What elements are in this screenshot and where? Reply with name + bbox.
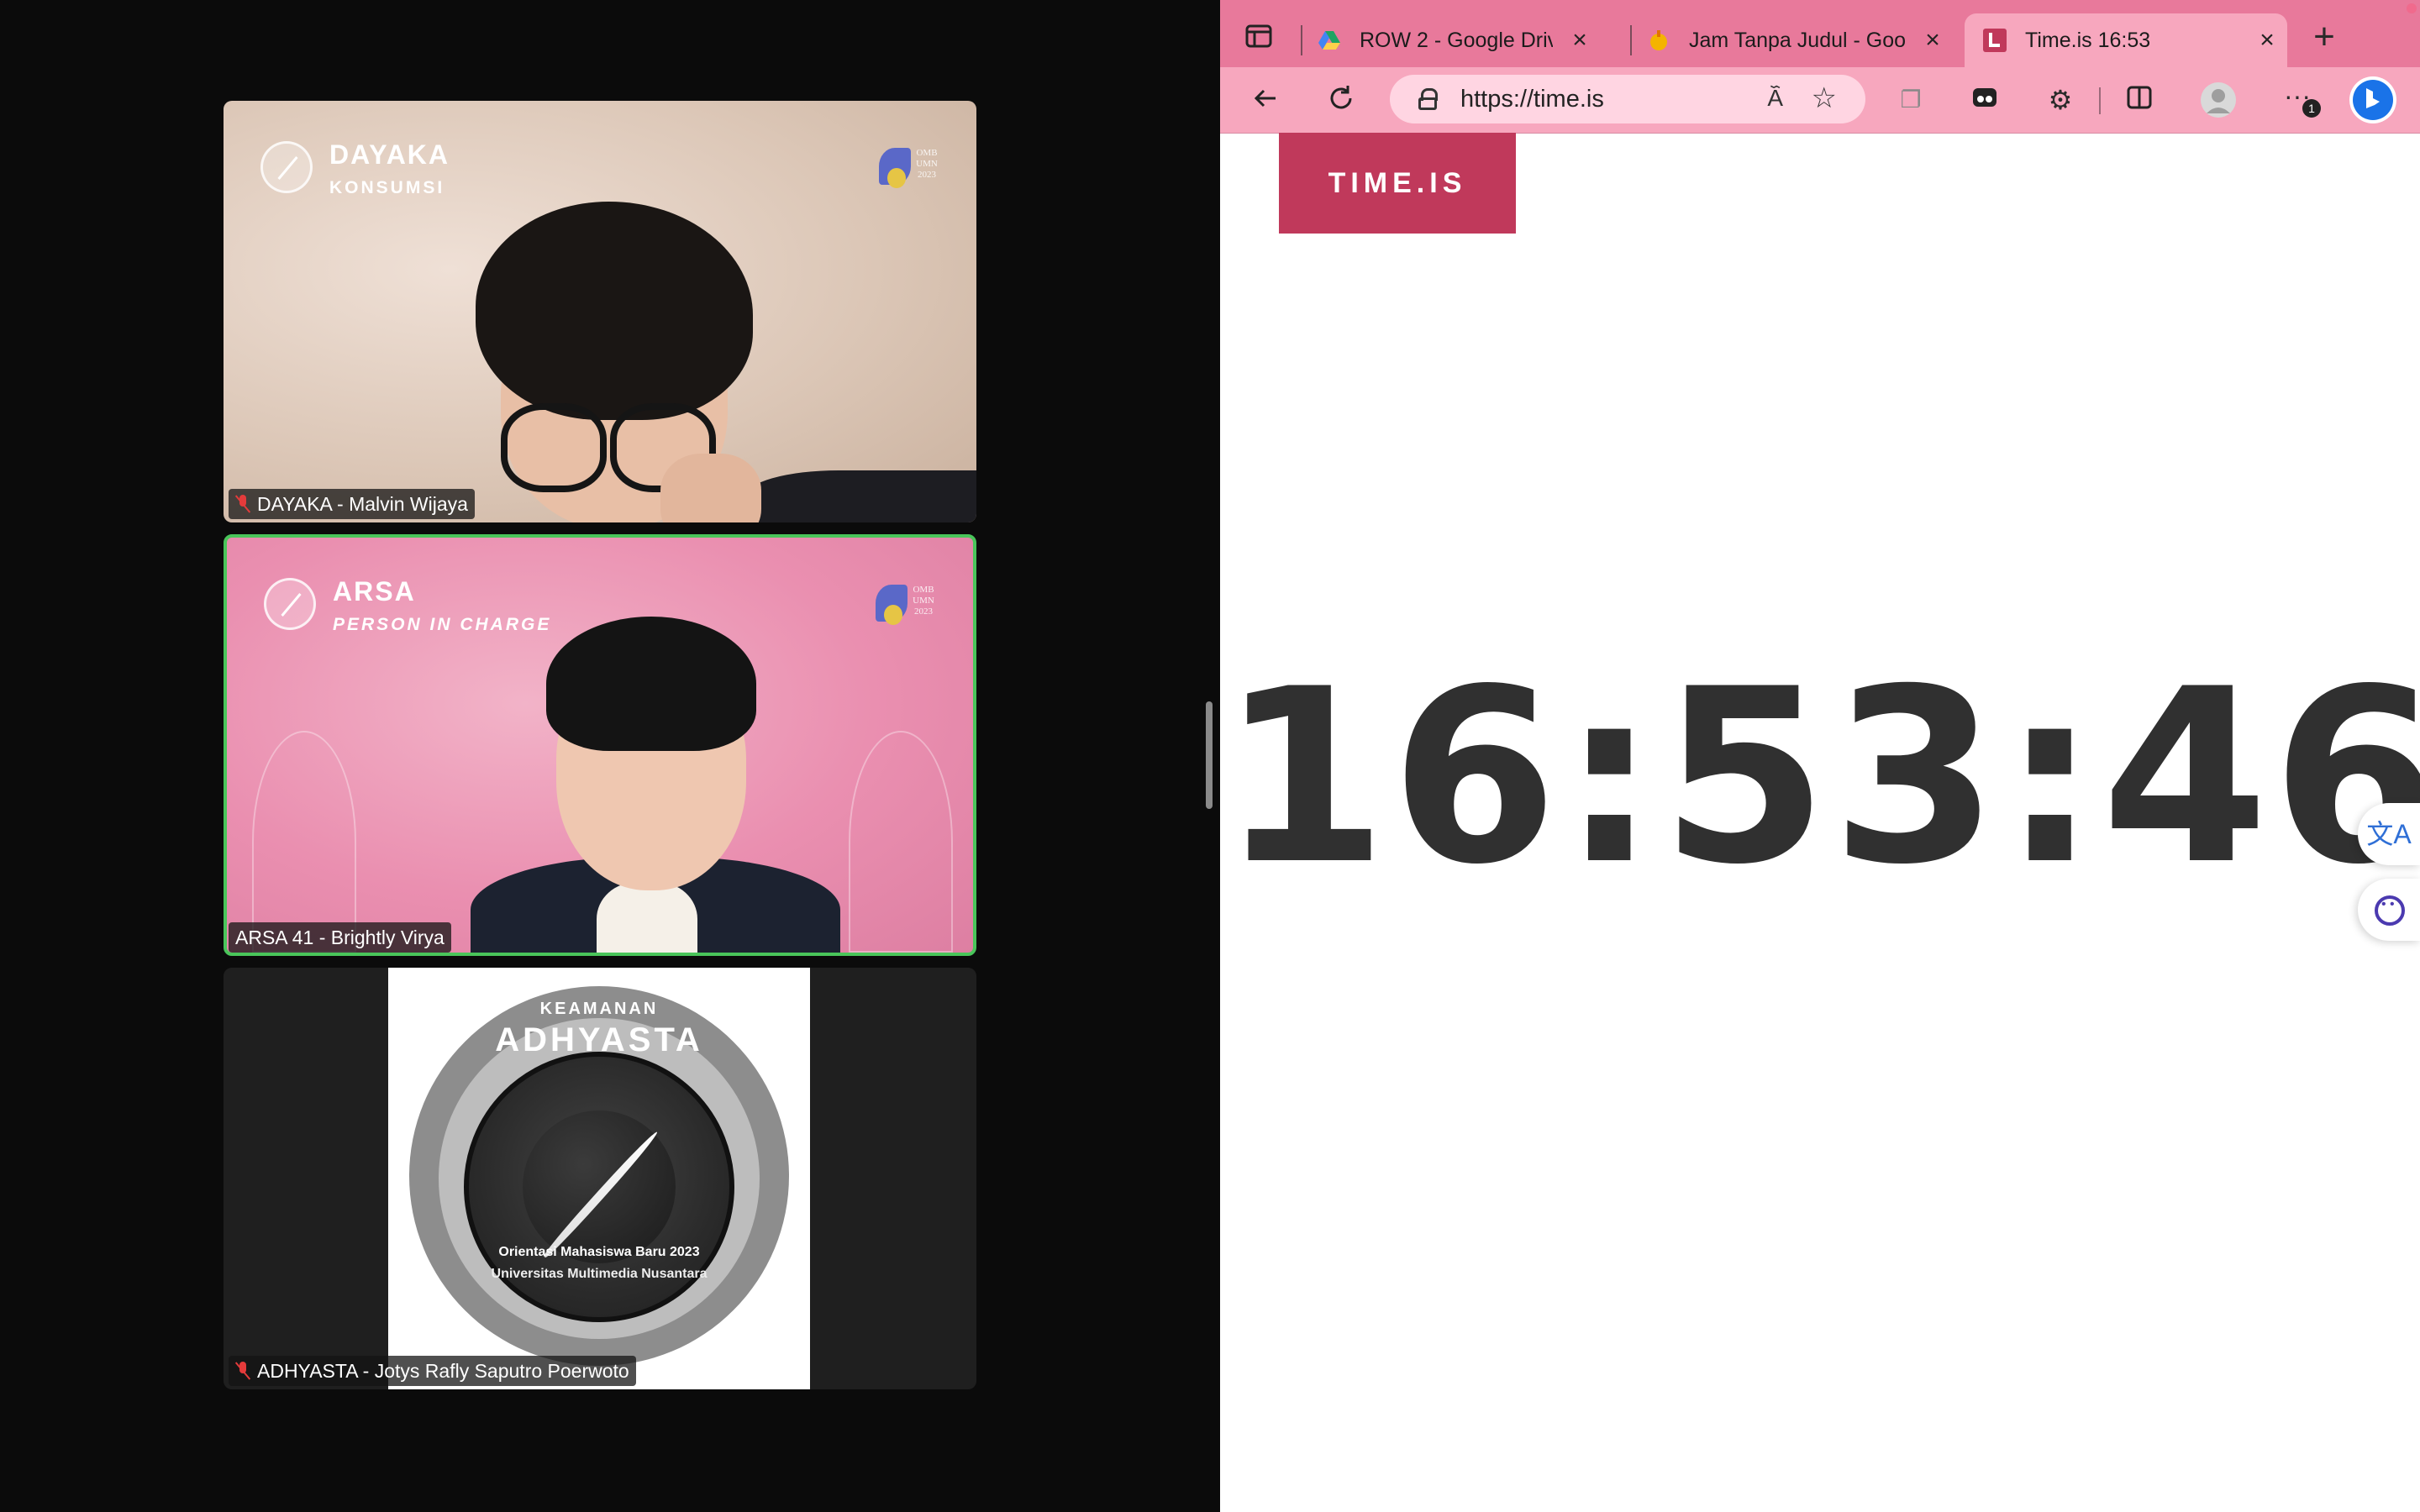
participant-name: DAYAKA - Malvin Wijaya [257,493,468,515]
back-arrow-icon [1254,89,1276,108]
tile-title: DAYAKA [329,139,450,170]
leaf-decoration [252,731,356,953]
window-control-dot[interactable] [2407,3,2417,13]
dayaka-badge-icon [260,141,313,193]
extension-icon[interactable] [1968,83,2002,117]
participant-name-tag: ADHYASTA - Jotys Rafly Saputro Poerwoto [229,1356,636,1386]
google-drive-icon [1318,31,1340,50]
close-tab-icon[interactable]: × [1568,28,1591,53]
video-person-hair [546,617,756,751]
tab-time-is[interactable]: Time.is 16:53 × [1965,13,2287,67]
event-logo-text: OMB UMN 2023 [913,585,934,617]
video-person-hair [476,202,753,420]
collections-icon[interactable]: ❐ [1894,83,1928,117]
tile-subtitle: KONSUMSI [329,178,445,197]
read-aloud-icon[interactable]: A᷈ [1767,85,1783,112]
video-person-shirt [597,882,697,953]
participant-name: ADHYASTA - Jotys Rafly Saputro Poerwoto [257,1360,629,1382]
orange-doc-icon [1650,30,1667,50]
participant-name: ARSA 41 - Brightly Virya [235,927,445,948]
refresh-button[interactable] [1324,83,1358,117]
close-tab-icon[interactable]: × [1921,28,1944,53]
timeis-logo[interactable]: TIME.IS [1279,133,1516,234]
video-person-hand [660,454,761,522]
participant-tile-dayaka[interactable]: DAYAKA KONSUMSI OMB UMN 2023 DAYAKA - Ma… [224,101,976,522]
tile-subtitle: PERSON IN CHARGE [333,615,552,634]
event-logo-text: OMB UMN 2023 [916,148,938,180]
event-butterfly-logo: OMB UMN 2023 [872,581,939,635]
translate-icon[interactable]: 文A [2358,803,2420,865]
bing-chat-icon[interactable] [2349,76,2396,123]
tab-separator [1630,25,1632,55]
new-tab-button[interactable]: + [2307,18,2341,55]
split-view-handle[interactable] [1206,701,1213,809]
seal-main-text: ADHYASTA [495,1021,703,1058]
event-butterfly-logo: OMB UMN 2023 [876,144,943,198]
arsa-badge-icon [264,578,316,630]
participant-tile-adhyasta[interactable]: KEAMANAN ADHYASTA Orientasi Mahasiswa Ba… [224,968,976,1389]
tab-bar: ROW 2 - Google Drive × Jam Tanpa Judul -… [1220,0,2420,67]
profile-picture: KEAMANAN ADHYASTA Orientasi Mahasiswa Ba… [388,968,810,1389]
refresh-icon [1330,86,1352,109]
close-tab-icon[interactable]: × [2255,28,2279,53]
tab-actions-icon[interactable] [1242,22,1276,55]
tab-separator [1301,25,1302,55]
notification-badge: 1 [2302,99,2321,118]
timeis-icon [1983,29,2007,52]
back-button[interactable] [1249,83,1282,117]
tab-title: Jam Tanpa Judul - Goo [1689,28,1906,52]
lock-icon[interactable] [1418,88,1439,110]
puzzle-extensions-icon[interactable]: ⚙ [2044,83,2077,117]
tab-google-drive[interactable]: ROW 2 - Google Drive × [1318,13,1620,67]
toolbar-separator [2099,87,2101,114]
seal-top-text: KEAMANAN [539,1000,659,1018]
favorite-star-icon[interactable]: ☆ [1812,81,1837,115]
video-person-shirt [744,470,976,522]
seal-bottom-text-1: Orientasi Mahasiswa Baru 2023 [498,1245,700,1259]
participant-tile-arsa[interactable]: ARSA PERSON IN CHARGE OMB UMN 2023 ARSA … [224,534,976,956]
split-screen-icon[interactable] [2123,83,2156,117]
muted-mic-icon [235,1362,250,1380]
current-time-clock: 16:53:46 [1220,638,2420,917]
profile-avatar-icon[interactable] [2200,81,2236,118]
muted-mic-icon [235,495,250,513]
tab-jam-tanpa-judul[interactable]: Jam Tanpa Judul - Goo × [1647,13,1944,67]
glasses-left-lens [501,403,607,492]
browser-toolbar: https://time.is A᷈ ☆ ❐ ⚙ ··· 1 [1220,67,2420,134]
tab-title: ROW 2 - Google Drive [1360,28,1553,52]
url-text: https://time.is [1460,85,1604,113]
tab-title: Time.is 16:53 [2025,28,2151,52]
participant-name-tag: DAYAKA - Malvin Wijaya [229,489,475,519]
leaf-decoration [849,731,953,953]
browser-window: ROW 2 - Google Drive × Jam Tanpa Judul -… [1220,0,2420,1512]
video-call-pane: DAYAKA KONSUMSI OMB UMN 2023 DAYAKA - Ma… [0,0,1200,1512]
seal-bottom-text-2: Universitas Multimedia Nusantara [491,1267,708,1281]
assistant-face-icon [2375,895,2405,926]
address-bar[interactable]: https://time.is A᷈ ☆ [1390,75,1865,123]
tile-title: ARSA [333,576,416,606]
assistant-chat-button[interactable] [2358,879,2420,941]
participant-name-tag: ARSA 41 - Brightly Virya [229,922,451,953]
